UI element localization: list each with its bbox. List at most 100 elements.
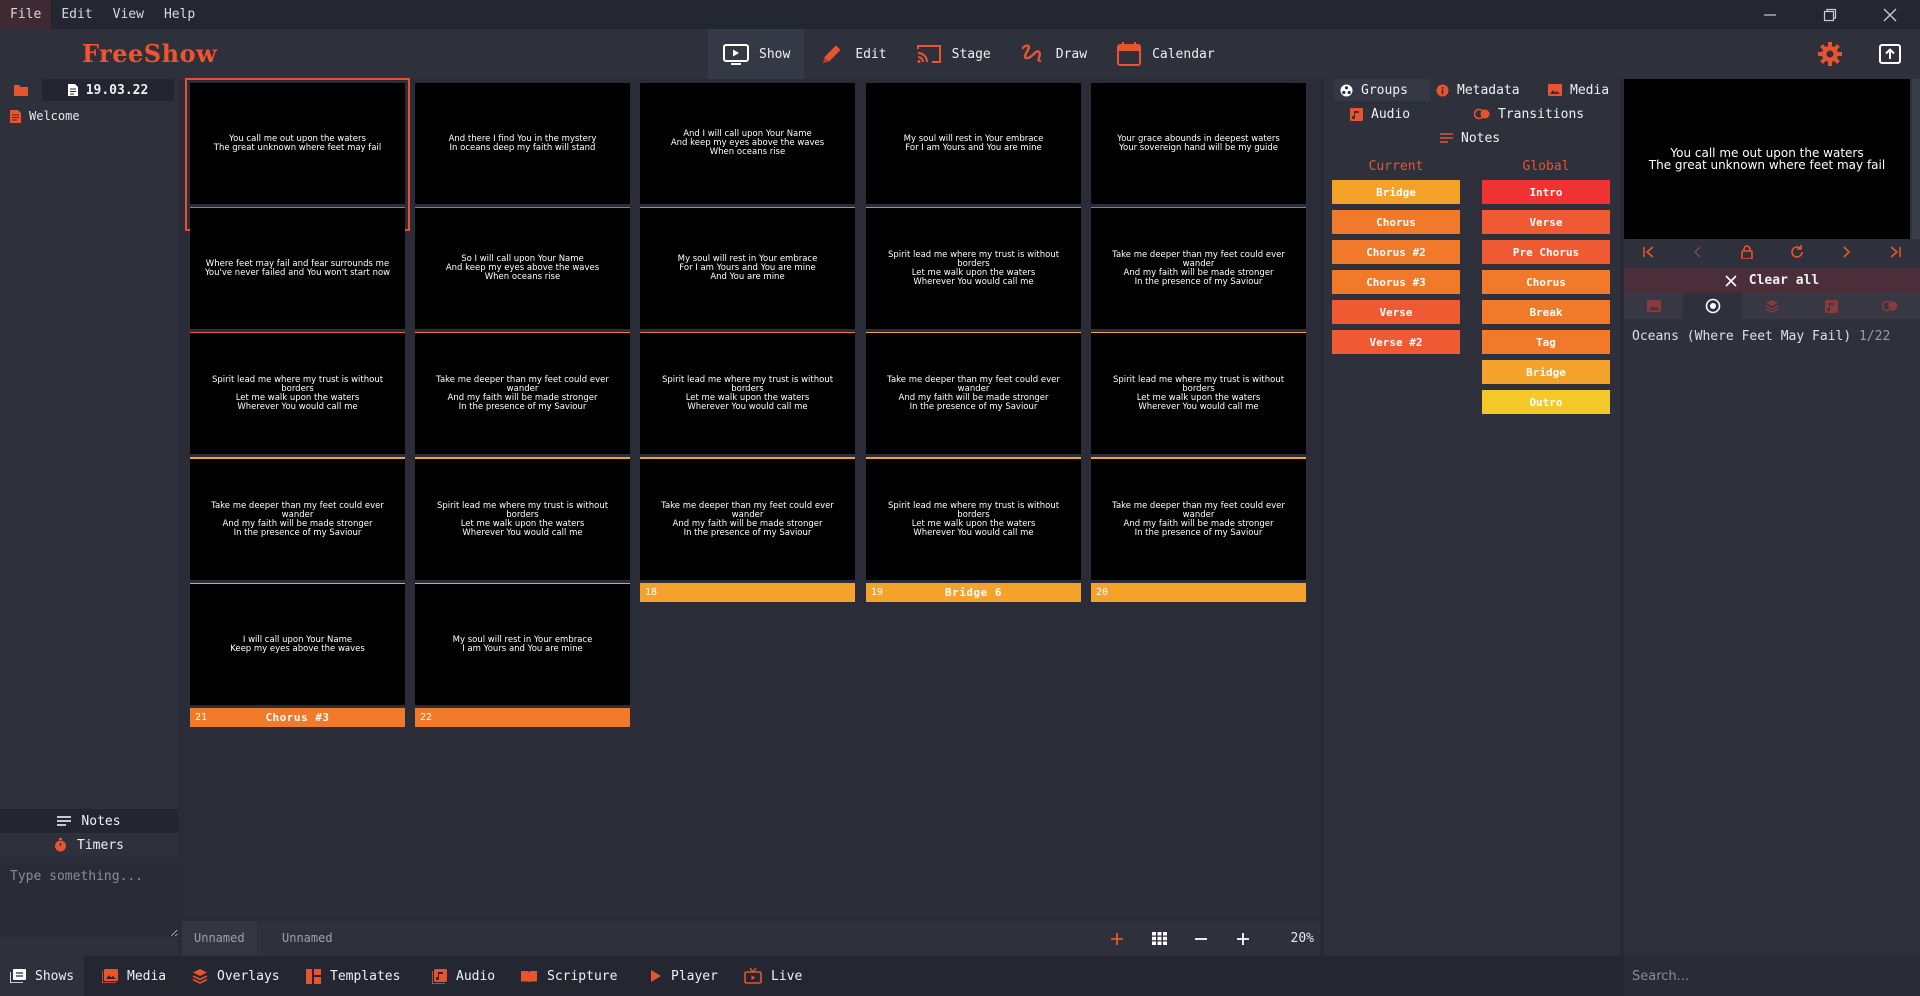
tab-media[interactable]: Media	[1542, 79, 1609, 101]
slide-thumbnail[interactable]: Take me deeper than my feet could ever w…	[640, 459, 855, 602]
search-input[interactable]	[1624, 956, 1920, 996]
timers-tab[interactable]: Timers	[0, 833, 178, 857]
active-show-name: Oceans (Where Feet May Fail)	[1632, 329, 1852, 344]
slide-preview: Take me deeper than my feet could ever w…	[415, 333, 630, 454]
preview-scrollbar[interactable]	[1912, 79, 1920, 239]
group-button[interactable]: Bridge	[1482, 360, 1610, 384]
clear-overlays-tab[interactable]	[1742, 293, 1801, 319]
mode-calendar[interactable]: Calendar	[1101, 29, 1229, 79]
menu-view[interactable]: View	[103, 0, 154, 29]
group-button[interactable]: Tag	[1482, 330, 1610, 354]
tab-groups[interactable]: Groups	[1334, 79, 1430, 101]
first-slide-icon[interactable]	[1642, 246, 1656, 258]
drawer-tab-templates[interactable]: Templates	[296, 956, 410, 996]
zoom-level[interactable]: 20%	[1264, 931, 1314, 946]
tab-notes[interactable]: Notes	[1440, 127, 1500, 149]
group-button[interactable]: Chorus #2	[1332, 240, 1460, 264]
slide-preview: Your grace abounds in deepest waters You…	[1091, 83, 1306, 204]
slide-thumbnail[interactable]: Your grace abounds in deepest waters You…	[1091, 83, 1306, 226]
slide-thumbnail[interactable]: I will call upon Your Name Keep my eyes …	[190, 584, 405, 727]
slide-thumbnail[interactable]: Take me deeper than my feet could ever w…	[415, 333, 630, 476]
zoom-out-button[interactable]	[1180, 921, 1222, 956]
lock-icon[interactable]	[1740, 245, 1754, 259]
stage-icon	[916, 45, 941, 63]
drawer-tab-audio[interactable]: Audio	[422, 956, 505, 996]
mode-show[interactable]: Show	[708, 29, 805, 79]
group-button[interactable]: Chorus	[1332, 210, 1460, 234]
last-slide-icon[interactable]	[1888, 246, 1902, 258]
project-header: 19.03.22	[0, 79, 178, 101]
project-tab[interactable]: 19.03.22	[42, 79, 174, 101]
slide-number: 22	[420, 712, 433, 723]
drawer-tab-media[interactable]: Media	[92, 956, 176, 996]
group-button[interactable]: Chorus #3	[1332, 270, 1460, 294]
next-slide-icon[interactable]	[1839, 246, 1853, 258]
grid-view-button[interactable]	[1138, 921, 1180, 956]
slide-thumbnail[interactable]: Take me deeper than my feet could ever w…	[190, 459, 405, 602]
slide-thumbnail[interactable]: And I will call upon Your Name And keep …	[640, 83, 855, 226]
tab-transitions[interactable]: Transitions	[1474, 103, 1584, 125]
slide-thumbnail[interactable]: Spirit lead me where my trust is without…	[415, 459, 630, 602]
minimize-button[interactable]	[1740, 0, 1800, 29]
layout-tab-1[interactable]: Unnamed	[182, 921, 257, 956]
drawer-tab-scripture[interactable]: Scripture	[510, 956, 627, 996]
tab-metadata[interactable]: Metadata	[1430, 79, 1520, 101]
group-button[interactable]: Intro	[1482, 180, 1610, 204]
group-button[interactable]: Break	[1482, 300, 1610, 324]
slide-thumbnail[interactable]: And there I find You in the mystery In o…	[415, 83, 630, 226]
clear-transition-tab[interactable]	[1861, 293, 1920, 319]
slide-thumbnail[interactable]: Spirit lead me where my trust is without…	[1091, 333, 1306, 476]
add-slide-button[interactable]	[1096, 921, 1138, 956]
plus-icon	[1111, 932, 1123, 945]
slide-thumbnail[interactable]: Where feet may fail and fear surrounds m…	[190, 208, 405, 351]
menu-help[interactable]: Help	[154, 0, 205, 29]
notes-input[interactable]	[0, 857, 178, 937]
slide-thumbnail[interactable]: So I will call upon Your Name And keep m…	[415, 208, 630, 351]
slide-thumbnail[interactable]: My soul will rest in Your embrace I am Y…	[415, 584, 630, 727]
projects-folder-button[interactable]	[0, 79, 42, 101]
notes-tab[interactable]: Notes	[0, 809, 178, 833]
output-toggle-button[interactable]	[1860, 29, 1920, 79]
mode-draw[interactable]: Draw	[1005, 29, 1101, 79]
menu-file[interactable]: File	[0, 0, 52, 29]
slide-thumbnail[interactable]: Take me deeper than my feet could ever w…	[1091, 208, 1306, 351]
audio-icon	[432, 968, 447, 984]
group-button[interactable]: Verse	[1332, 300, 1460, 324]
group-button[interactable]: Outro	[1482, 390, 1610, 414]
drawer-tab-live[interactable]: Live	[734, 956, 812, 996]
group-button[interactable]: Bridge	[1332, 180, 1460, 204]
clear-all-button[interactable]: Clear all	[1624, 268, 1920, 293]
tab-audio[interactable]: Audio	[1350, 103, 1410, 125]
slide-thumbnail[interactable]: You call me out upon the waters The grea…	[185, 78, 410, 231]
drawer-tab-shows[interactable]: Shows	[0, 956, 85, 996]
mode-stage[interactable]: Stage	[901, 29, 1005, 79]
slide-thumbnail[interactable]: Spirit lead me where my trust is without…	[190, 333, 405, 476]
group-button[interactable]: Verse #2	[1332, 330, 1460, 354]
slide-thumbnail[interactable]: Spirit lead me where my trust is without…	[866, 208, 1081, 351]
mode-edit[interactable]: Edit	[804, 29, 900, 79]
clear-audio-tab[interactable]	[1802, 293, 1861, 319]
previous-slide-icon[interactable]	[1691, 246, 1705, 258]
clear-background-tab[interactable]	[1624, 293, 1683, 319]
group-button[interactable]: Pre Chorus	[1482, 240, 1610, 264]
show-item-welcome[interactable]: Welcome	[10, 109, 80, 123]
drawer-tab-overlays[interactable]: Overlays	[182, 956, 290, 996]
clear-slide-tab[interactable]	[1683, 293, 1743, 319]
drawer-tab-player[interactable]: Player	[640, 956, 728, 996]
restore-button[interactable]	[1800, 0, 1860, 29]
group-button[interactable]: Verse	[1482, 210, 1610, 234]
group-button[interactable]: Chorus	[1482, 270, 1610, 294]
refresh-icon[interactable]	[1790, 245, 1804, 259]
slide-thumbnail[interactable]: Spirit lead me where my trust is without…	[640, 333, 855, 476]
close-window-button[interactable]	[1860, 0, 1920, 29]
layout-tab-2[interactable]: Unnamed	[270, 921, 345, 956]
slide-thumbnail[interactable]: Take me deeper than my feet could ever w…	[866, 333, 1081, 476]
slide-thumbnail[interactable]: Take me deeper than my feet could ever w…	[1091, 459, 1306, 602]
menu-edit[interactable]: Edit	[51, 0, 102, 29]
slide-thumbnail[interactable]: My soul will rest in Your embrace For I …	[640, 208, 855, 351]
output-preview[interactable]: You call me out upon the waters The grea…	[1624, 79, 1910, 239]
slide-thumbnail[interactable]: My soul will rest in Your embrace For I …	[866, 83, 1081, 226]
zoom-in-button[interactable]	[1222, 921, 1264, 956]
slide-thumbnail[interactable]: Spirit lead me where my trust is without…	[866, 459, 1081, 602]
settings-button[interactable]	[1800, 29, 1860, 79]
